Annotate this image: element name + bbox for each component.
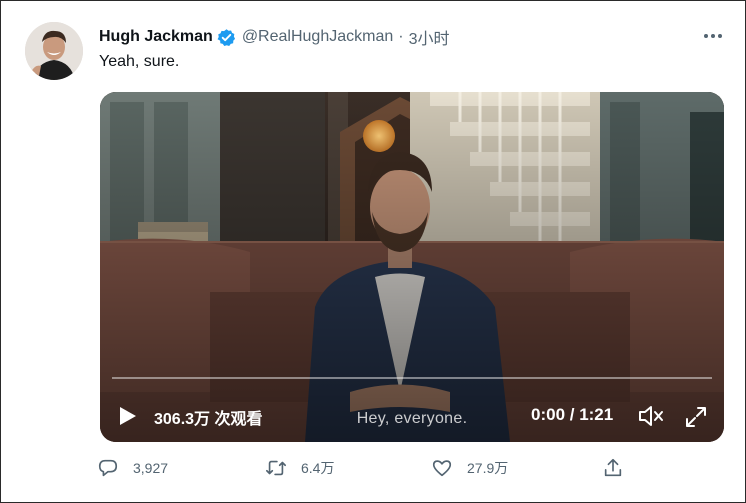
retweet-icon: [266, 460, 286, 476]
tweet-actions: 3,927 6.4万 27.9万: [97, 457, 637, 487]
tweet-timestamp[interactable]: 3小时: [409, 25, 450, 49]
video-player[interactable]: 306.3万 次观看 Hey, everyone. 0:00 / 1:21: [100, 92, 724, 442]
share-button[interactable]: [602, 457, 638, 479]
retweet-count: 6.4万: [301, 460, 335, 476]
author-name[interactable]: Hugh Jackman: [99, 28, 213, 46]
reply-count: 3,927: [133, 460, 169, 476]
video-subtitle: Hey, everyone.: [356, 410, 468, 427]
tweet-card: Hugh Jackman @RealHughJackman · 3小时 Yeah…: [0, 0, 746, 503]
video-frame: [100, 92, 724, 442]
tweet-header: Hugh Jackman @RealHughJackman · 3小时: [99, 26, 449, 48]
separator-dot: ·: [398, 28, 404, 45]
tweet-text: Yeah, sure.: [99, 53, 180, 70]
video-progress-bar[interactable]: [112, 377, 712, 379]
reply-button[interactable]: 3,927: [97, 457, 168, 479]
more-icon[interactable]: [697, 25, 729, 47]
author-handle[interactable]: @RealHughJackman: [242, 28, 393, 46]
expand-icon[interactable]: [684, 405, 708, 429]
mute-icon[interactable]: [637, 404, 665, 428]
like-button[interactable]: 27.9万: [431, 457, 508, 479]
reply-icon: [98, 459, 118, 477]
avatar[interactable]: [25, 22, 83, 80]
share-icon: [604, 458, 622, 477]
video-time: 0:00 / 1:21: [531, 405, 614, 424]
like-count: 27.9万: [467, 460, 509, 476]
retweet-button[interactable]: 6.4万: [265, 457, 334, 479]
like-icon: [432, 460, 452, 477]
verified-badge-icon: [217, 28, 235, 46]
